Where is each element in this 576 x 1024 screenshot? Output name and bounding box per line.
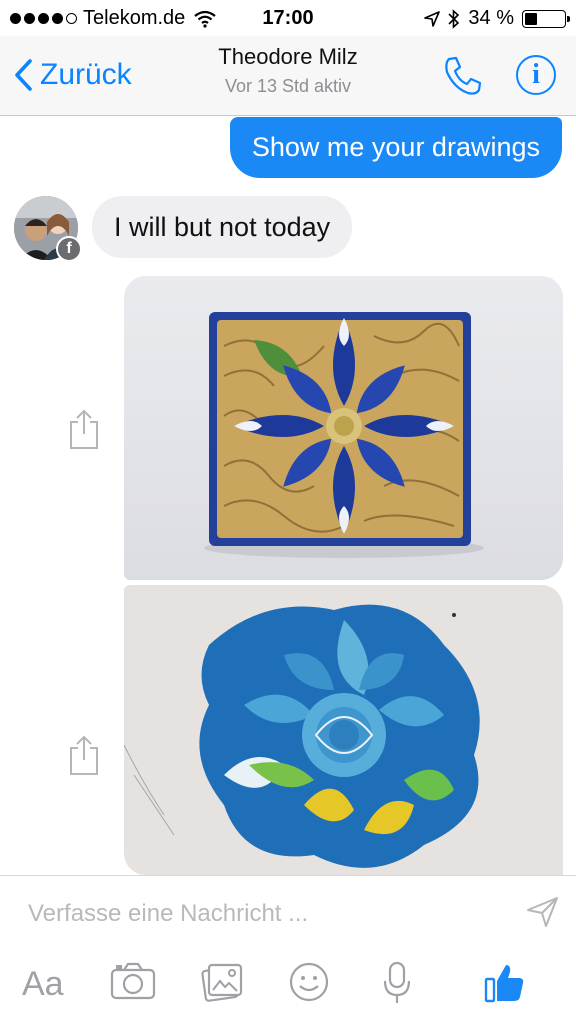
camera-icon[interactable]	[110, 961, 156, 1001]
share-icon[interactable]	[68, 734, 100, 776]
shared-photo-drawing[interactable]	[124, 585, 563, 875]
shared-photo-tile[interactable]	[124, 276, 563, 580]
message-composer: Verfasse eine Nachricht ... Aa	[0, 875, 576, 1024]
location-arrow-icon	[424, 10, 441, 27]
active-status: Vor 13 Std aktiv	[224, 76, 352, 96]
emoji-icon[interactable]	[288, 961, 330, 1003]
composer-toolbar: Aa	[0, 961, 576, 1011]
contact-header[interactable]: Theodore Milz Vor 13 Std aktiv	[0, 44, 576, 97]
incoming-message[interactable]: I will but not today	[92, 196, 353, 258]
gallery-icon[interactable]	[200, 961, 244, 1003]
battery-icon	[522, 9, 570, 28]
contact-name: Theodore Milz	[218, 44, 358, 69]
share-icon[interactable]	[68, 408, 100, 450]
bluetooth-icon	[448, 8, 460, 29]
info-icon[interactable]: i	[516, 55, 556, 95]
microphone-icon[interactable]	[382, 961, 412, 1005]
facebook-badge-icon: f	[56, 236, 82, 262]
message-input[interactable]: Verfasse eine Nachricht ...	[28, 900, 308, 928]
navigation-bar: Zurück Theodore Milz Vor 13 Std aktiv i	[0, 36, 576, 116]
send-icon[interactable]	[526, 896, 560, 928]
thumbs-up-icon[interactable]	[484, 961, 526, 1003]
outgoing-message[interactable]: Show me your drawings	[229, 117, 562, 178]
phone-icon[interactable]	[440, 54, 484, 98]
status-right: 34 %	[424, 7, 570, 30]
battery-percent: 34 %	[468, 7, 514, 29]
status-bar: Telekom.de 17:00 34 %	[0, 0, 576, 36]
text-format-button[interactable]: Aa	[22, 965, 64, 1004]
